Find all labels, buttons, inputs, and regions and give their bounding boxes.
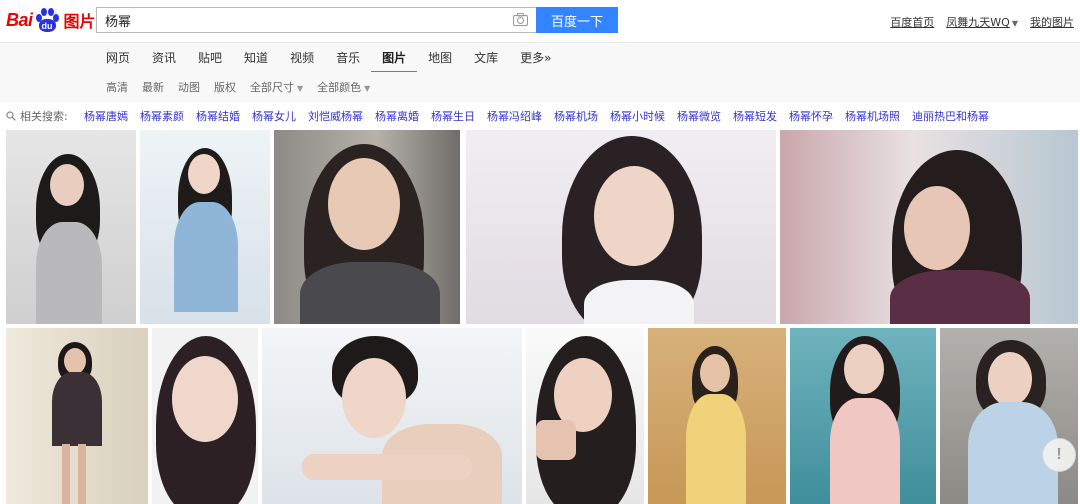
paw-icon: du xyxy=(34,8,60,32)
filter-bar: 高清 最新 动图 版权 全部尺寸 ▼ 全部颜色 ▼ xyxy=(0,72,1080,102)
related-label: 相关搜索: xyxy=(6,108,68,124)
image-result[interactable] xyxy=(526,328,644,504)
caret-down-icon: ▼ xyxy=(1011,19,1018,28)
filter-hd[interactable]: 高清 xyxy=(106,79,128,95)
related-search-link[interactable]: 杨幂机场 xyxy=(554,108,598,124)
logo-bai-text: Bai xyxy=(6,9,33,30)
image-result[interactable] xyxy=(466,130,776,324)
filter-animated[interactable]: 动图 xyxy=(178,79,200,95)
nav-bar: 网页 资讯 贴吧 知道 视频 音乐 图片 地图 文库 更多» xyxy=(0,42,1080,73)
tab-4[interactable]: 视频 xyxy=(279,43,325,73)
related-search-link[interactable]: 杨幂女儿 xyxy=(252,108,296,124)
related-search-link[interactable]: 杨幂微览 xyxy=(677,108,721,124)
logo-du-text: du xyxy=(41,20,53,31)
tab-7[interactable]: 地图 xyxy=(417,43,463,73)
image-result[interactable] xyxy=(648,328,786,504)
image-result[interactable] xyxy=(140,130,270,324)
related-searches: 相关搜索: 杨幂唐嫣 杨幂素颜 杨幂结婚 杨幂女儿 刘恺威杨幂 杨幂离婚 杨幂生日 杨幂冯绍峰… xyxy=(0,102,1080,128)
filter-color-dropdown[interactable]: 全部颜色 ▼ xyxy=(317,79,370,95)
tab-2[interactable]: 贴吧 xyxy=(187,43,233,73)
image-result[interactable] xyxy=(6,328,148,504)
filter-latest[interactable]: 最新 xyxy=(142,79,164,95)
related-search-link[interactable]: 杨幂素颜 xyxy=(140,108,184,124)
tab-9[interactable]: 更多» xyxy=(509,43,562,73)
user-menu[interactable]: 凤舞九天WQ ▼ xyxy=(946,14,1018,30)
nav-tabs: 网页 资讯 贴吧 知道 视频 音乐 图片 地图 文库 更多» xyxy=(106,43,562,73)
image-result[interactable] xyxy=(790,328,936,504)
baidu-home-link[interactable]: 百度首页 xyxy=(890,14,934,30)
related-search-link[interactable]: 杨幂唐嫣 xyxy=(84,108,128,124)
image-result[interactable] xyxy=(262,328,522,504)
related-search-link[interactable]: 杨幂短发 xyxy=(733,108,777,124)
tab-3[interactable]: 知道 xyxy=(233,43,279,73)
tab-0[interactable]: 网页 xyxy=(106,43,141,73)
caret-down-icon: ▼ xyxy=(364,84,371,93)
related-search-link[interactable]: 刘恺威杨幂 xyxy=(308,108,363,124)
related-search-link[interactable]: 杨幂生日 xyxy=(431,108,475,124)
related-search-link[interactable]: 杨幂冯绍峰 xyxy=(487,108,542,124)
related-search-link[interactable]: 杨幂小时候 xyxy=(610,108,665,124)
related-list: 杨幂唐嫣 杨幂素颜 杨幂结婚 杨幂女儿 刘恺威杨幂 杨幂离婚 杨幂生日 杨幂冯绍峰 杨幂机场 杨幂… xyxy=(84,108,1001,124)
search-button[interactable]: 百度一下 xyxy=(536,7,618,33)
search-icon xyxy=(6,111,16,121)
tab-6[interactable]: 图片 xyxy=(371,43,418,73)
my-images-link[interactable]: 我的图片 xyxy=(1030,14,1074,30)
camera-icon[interactable] xyxy=(513,13,528,26)
search-box xyxy=(96,7,536,33)
related-search-link[interactable]: 杨幂离婚 xyxy=(375,108,419,124)
filter-size-dropdown[interactable]: 全部尺寸 ▼ xyxy=(250,79,303,95)
username-link[interactable]: 凤舞九天WQ xyxy=(946,16,1010,29)
search-input[interactable] xyxy=(97,8,507,32)
filter-copyright[interactable]: 版权 xyxy=(214,79,236,95)
related-search-link[interactable]: 杨幂怀孕 xyxy=(789,108,833,124)
related-label-text: 相关搜索: xyxy=(20,110,68,123)
help-button[interactable]: ! xyxy=(1042,438,1076,472)
related-search-link[interactable]: 杨幂机场照 xyxy=(845,108,900,124)
tab-5[interactable]: 音乐 xyxy=(325,43,371,73)
logo-tupian-text: 图片 xyxy=(63,12,96,31)
baidu-image-logo[interactable]: Bai du 图片 xyxy=(6,6,96,34)
image-result[interactable] xyxy=(152,328,258,504)
top-links: 百度首页 凤舞九天WQ ▼ 我的图片 xyxy=(890,14,1074,30)
image-result[interactable] xyxy=(940,328,1078,504)
filter-size-label: 全部尺寸 xyxy=(250,81,294,94)
related-search-link[interactable]: 杨幂结婚 xyxy=(196,108,240,124)
tab-8[interactable]: 文库 xyxy=(463,43,509,73)
image-result[interactable] xyxy=(274,130,460,324)
related-search-link[interactable]: 迪丽热巴和杨幂 xyxy=(912,108,989,124)
image-result[interactable] xyxy=(780,130,1078,324)
tab-1[interactable]: 资讯 xyxy=(141,43,187,73)
header: Bai du 图片 百度一下 百度首页 凤舞九天WQ▼ 我的图片 xyxy=(0,0,1080,42)
filter-color-label: 全部颜色 xyxy=(317,81,362,94)
caret-down-icon: ▼ xyxy=(297,84,304,93)
image-result[interactable] xyxy=(6,130,136,324)
